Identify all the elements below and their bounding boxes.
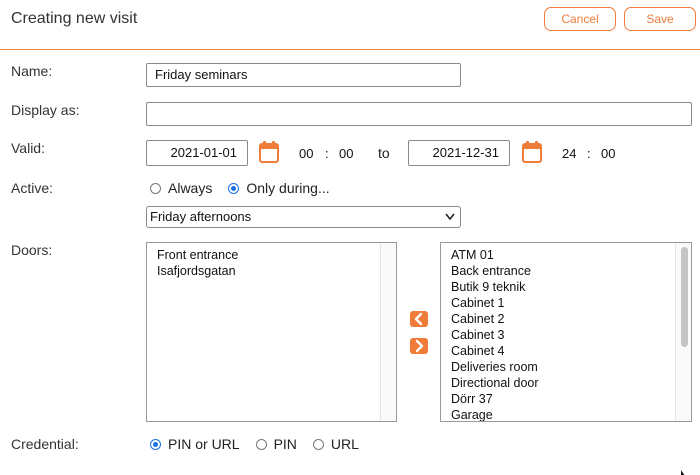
start-hour[interactable]: 00 <box>299 146 313 161</box>
schedule-select-value: Friday afternoons <box>150 209 252 224</box>
start-minute[interactable]: 00 <box>339 146 353 161</box>
calendar-icon[interactable] <box>522 141 542 163</box>
time-separator: : <box>587 146 591 161</box>
display-as-field[interactable] <box>146 102 692 126</box>
list-item[interactable]: Directional door <box>451 375 691 391</box>
list-item[interactable]: Cabinet 2 <box>451 311 691 327</box>
move-right-button[interactable] <box>410 338 428 354</box>
valid-label: Valid: <box>11 140 45 156</box>
list-item[interactable]: Butik 9 teknik <box>451 279 691 295</box>
scrollbar-track <box>380 243 396 421</box>
cancel-button[interactable]: Cancel <box>544 7 616 31</box>
move-left-button[interactable] <box>410 311 428 327</box>
name-field[interactable]: Friday seminars <box>146 63 461 87</box>
name-label: Name: <box>11 63 53 79</box>
page-title: Creating new visit <box>11 10 138 27</box>
scrollbar-thumb[interactable] <box>681 247 688 347</box>
list-item[interactable]: Back entrance <box>451 263 691 279</box>
calendar-icon[interactable] <box>259 141 279 163</box>
list-item[interactable]: Cabinet 1 <box>451 295 691 311</box>
time-separator: : <box>325 146 329 161</box>
list-item[interactable]: Isafjordsgatan <box>157 263 396 279</box>
credential-radio-group: PIN or URL PIN URL <box>150 436 375 452</box>
list-item[interactable]: Front entrance <box>157 247 396 263</box>
to-label: to <box>378 145 390 161</box>
end-minute[interactable]: 00 <box>601 146 615 161</box>
save-button[interactable]: Save <box>624 7 696 31</box>
list-item[interactable]: Cabinet 4 <box>451 343 691 359</box>
start-date-field[interactable]: 2021-01-01 <box>146 140 248 166</box>
radio-url-label[interactable]: URL <box>331 436 359 452</box>
radio-pin-label[interactable]: PIN <box>274 436 297 452</box>
radio-only-during-label[interactable]: Only during... <box>246 180 329 196</box>
scrollbar-track[interactable] <box>675 243 691 421</box>
credential-label: Credential: <box>11 436 79 452</box>
active-label: Active: <box>11 180 54 196</box>
end-date-field[interactable]: 2021-12-31 <box>408 140 510 166</box>
radio-pin[interactable] <box>255 438 267 450</box>
radio-pin-or-url[interactable] <box>150 438 161 450</box>
list-item[interactable]: Dörr 37 <box>451 391 691 407</box>
doors-label: Doors: <box>11 242 53 258</box>
radio-only-during[interactable] <box>228 182 240 194</box>
schedule-select[interactable]: Friday afternoons <box>146 206 461 228</box>
chevron-right-icon <box>415 339 424 353</box>
header-bar: Creating new visit Cancel Save <box>0 0 700 50</box>
available-doors-list[interactable]: ATM 01 Back entrance Butik 9 teknik Cabi… <box>440 242 692 422</box>
list-item[interactable]: Deliveries room <box>451 359 691 375</box>
list-item[interactable]: Garage <box>451 407 691 421</box>
list-item[interactable]: Cabinet 3 <box>451 327 691 343</box>
end-hour[interactable]: 24 <box>562 146 576 161</box>
radio-always[interactable] <box>150 182 161 194</box>
chevron-down-icon <box>444 208 456 226</box>
list-item[interactable]: ATM 01 <box>451 247 691 263</box>
selected-doors-list[interactable]: Front entrance Isafjordsgatan <box>146 242 397 422</box>
display-as-label: Display as: <box>11 102 80 118</box>
mouse-cursor-icon <box>680 466 694 475</box>
chevron-left-icon <box>414 312 423 326</box>
radio-always-label[interactable]: Always <box>168 180 212 196</box>
active-radio-group: Always Only during... <box>150 180 346 196</box>
radio-url[interactable] <box>312 438 324 450</box>
radio-pin-or-url-label[interactable]: PIN or URL <box>168 436 240 452</box>
